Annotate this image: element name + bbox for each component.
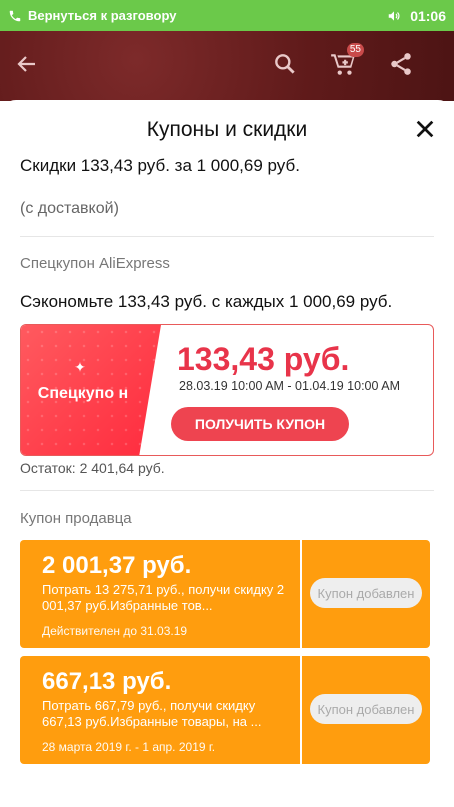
coupons-sheet: Купоны и скидки Скидки 133,43 руб. за 1 … [0, 100, 454, 807]
volume-icon [388, 10, 400, 21]
sheet-title: Купоны и скидки [146, 118, 308, 141]
app-bar: 55 [0, 31, 454, 101]
status-bar[interactable]: Вернуться к разговору 01:06 [0, 0, 454, 31]
back-button[interactable] [12, 49, 42, 79]
clock: 01:06 [410, 7, 446, 24]
coupon-added-button[interactable]: Купон добавлен [310, 578, 422, 608]
cart-count-badge: 55 [346, 43, 364, 57]
remaining-amount: Остаток: 2 401,64 руб. [20, 460, 165, 476]
cart-button[interactable]: 55 [328, 43, 364, 79]
phone-icon [9, 10, 21, 21]
seller-coupon-validity: Действителен до 31.03.19 [42, 624, 188, 638]
seller-coupon-validity: 28 марта 2019 г. - 1 апр. 2019 г. [42, 740, 216, 754]
back-arrow-icon [17, 56, 35, 72]
seller-coupon-card: 667,13 руб. Потрать 667,79 руб., получи … [20, 656, 435, 764]
special-coupon-amount: 133,43 руб. [177, 341, 350, 377]
seller-coupon-description: Потрать 13 275,71 руб., получи скидку 2 … [42, 582, 285, 613]
divider [20, 490, 434, 491]
special-section-title: Спецкупон AliExpress [20, 255, 170, 272]
seller-coupon-details: 2 001,37 руб. Потрать 13 275,71 руб., по… [20, 540, 300, 648]
search-button[interactable] [270, 49, 300, 79]
share-icon [391, 53, 411, 75]
special-coupon-badge: ✦ Спецкупо н [21, 325, 161, 455]
special-save-text: Сэкономьте 133,43 руб. с каждых 1 000,69… [20, 292, 393, 311]
coupon-added-button[interactable]: Купон добавлен [310, 694, 422, 724]
close-icon[interactable] [414, 118, 436, 140]
seller-section-title: Купон продавца [20, 510, 132, 527]
search-icon [275, 54, 295, 74]
seller-coupon-amount: 2 001,37 руб. [42, 552, 192, 579]
seller-coupon-action: Купон добавлен [302, 656, 435, 764]
seller-coupon-action: Купон добавлен [302, 540, 435, 648]
special-coupon-label: Спецкупо н [37, 385, 129, 402]
special-coupon-card: ✦ Спецкупо н 133,43 руб. 28.03.19 10:00 … [20, 324, 434, 456]
seller-coupon-card: 2 001,37 руб. Потрать 13 275,71 руб., по… [20, 540, 435, 648]
sparkle-icon: ✦ [74, 359, 86, 375]
divider [20, 236, 434, 237]
get-coupon-button[interactable]: ПОЛУЧИТЬ КУПОН [171, 407, 349, 441]
share-button[interactable] [386, 49, 416, 79]
return-to-call-text[interactable]: Вернуться к разговору [28, 8, 386, 23]
discount-summary: Скидки 133,43 руб. за 1 000,69 руб. [20, 156, 300, 175]
seller-coupon-description: Потрать 667,79 руб., получи скидку 667,1… [42, 698, 262, 729]
special-coupon-dates: 28.03.19 10:00 AM - 01.04.19 10:00 AM [179, 379, 400, 393]
seller-coupon-details: 667,13 руб. Потрать 667,79 руб., получи … [20, 656, 300, 764]
delivery-note: (с доставкой) [20, 200, 119, 217]
seller-coupon-amount: 667,13 руб. [42, 668, 172, 695]
